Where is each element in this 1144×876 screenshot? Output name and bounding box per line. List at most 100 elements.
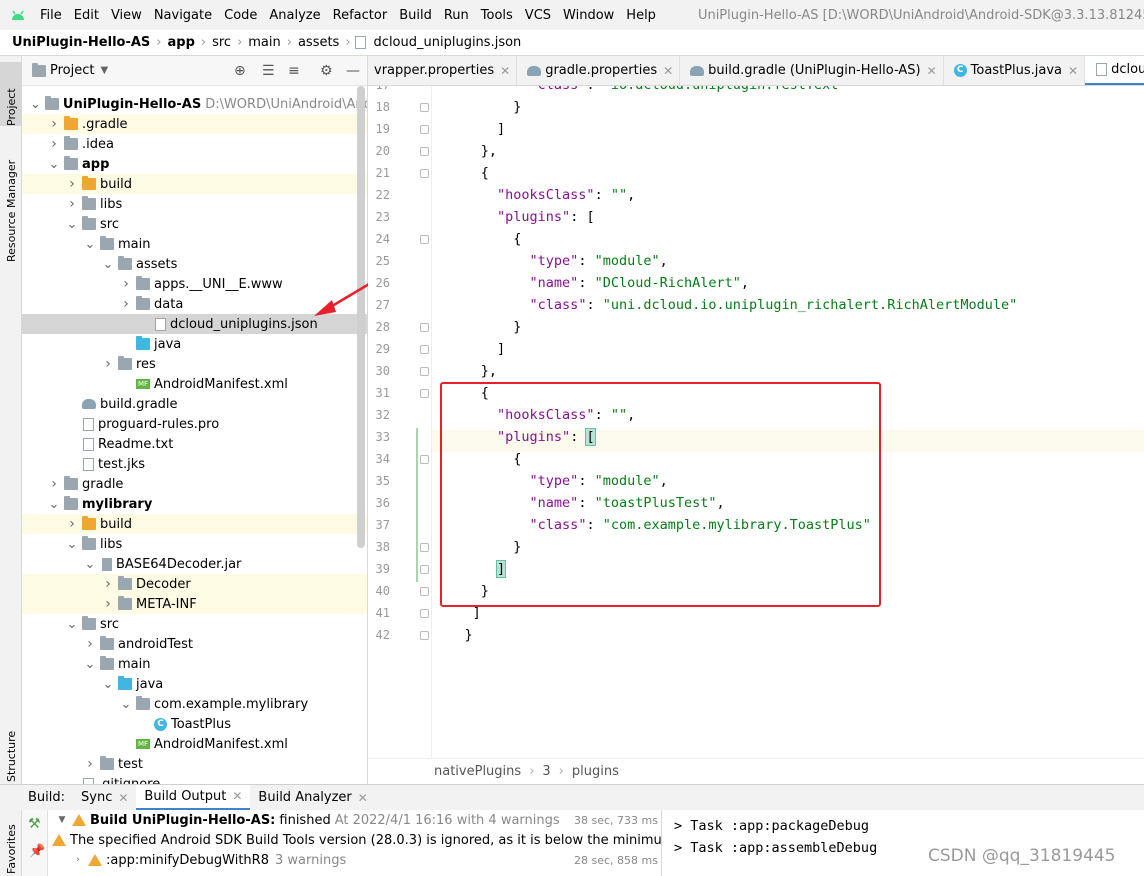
- close-icon[interactable]: ✕: [1068, 64, 1078, 78]
- menu-tools[interactable]: Tools: [475, 8, 519, 23]
- gear-icon[interactable]: ⚙: [320, 63, 333, 79]
- tree-item[interactable]: › res: [22, 354, 367, 374]
- chevron-down-icon[interactable]: ⌄: [84, 237, 96, 252]
- build-warning-row[interactable]: The specified Android SDK Build Tools ve…: [48, 830, 661, 850]
- hammer-icon[interactable]: ⚒: [28, 816, 41, 832]
- fold-marker-icon[interactable]: [420, 345, 429, 354]
- tab-gradle-properties[interactable]: gradle.properties ✕: [517, 56, 681, 85]
- tree-item[interactable]: › gradle: [22, 474, 367, 494]
- tab-build-analyzer[interactable]: Build Analyzer ✕: [250, 785, 375, 811]
- tree-item[interactable]: › Decoder: [22, 574, 367, 594]
- tree-item[interactable]: › META-INF: [22, 594, 367, 614]
- menu-navigate[interactable]: Navigate: [148, 8, 218, 23]
- close-icon[interactable]: ✕: [927, 64, 937, 78]
- editor-crumb-nativeplugins[interactable]: nativePlugins: [434, 764, 521, 779]
- tree-item[interactable]: Readme.txt: [22, 434, 367, 454]
- chevron-right-icon[interactable]: ›: [48, 116, 60, 132]
- chevron-down-icon[interactable]: ⌄: [102, 677, 114, 692]
- menu-analyze[interactable]: Analyze: [263, 8, 326, 23]
- chevron-right-icon[interactable]: ›: [48, 136, 60, 152]
- menu-window[interactable]: Window: [557, 8, 620, 23]
- expand-all-icon[interactable]: ☰: [262, 63, 275, 79]
- breadcrumb-file[interactable]: dcloud_uniplugins.json: [370, 35, 526, 50]
- chevron-down-icon[interactable]: ⌄: [48, 497, 60, 512]
- tree-item[interactable]: ⌄ java: [22, 674, 367, 694]
- locate-icon[interactable]: ⊕: [234, 63, 246, 79]
- fold-marker-icon[interactable]: [420, 323, 429, 332]
- close-icon[interactable]: ✕: [500, 64, 510, 78]
- fold-marker-icon[interactable]: [420, 455, 429, 464]
- fold-marker-icon[interactable]: [420, 389, 429, 398]
- tree-item[interactable]: build.gradle: [22, 394, 367, 414]
- chevron-right-icon[interactable]: ›: [48, 476, 60, 492]
- chevron-right-icon[interactable]: ›: [84, 636, 96, 652]
- menu-run[interactable]: Run: [438, 8, 475, 23]
- breadcrumb-main[interactable]: main: [244, 35, 284, 50]
- tab-wrapper-properties[interactable]: vrapper.properties ✕: [368, 56, 518, 85]
- chevron-right-icon[interactable]: ›: [120, 276, 132, 292]
- tree-item[interactable]: ⌄ com.example.mylibrary: [22, 694, 367, 714]
- fold-marker-icon[interactable]: [420, 367, 429, 376]
- code-editor[interactable]: 17 18 19 20 21 22 23 24 25 26 27 28 29 30 31 32 33 34 35 36…: [368, 86, 1144, 758]
- build-summary-row[interactable]: ▼ Build UniPlugin-Hello-AS: finished At …: [48, 810, 661, 830]
- menu-code[interactable]: Code: [218, 8, 263, 23]
- chevron-right-icon[interactable]: ›: [120, 296, 132, 312]
- menu-vcs[interactable]: VCS: [519, 8, 557, 23]
- chevron-down-icon[interactable]: ▼: [100, 65, 108, 76]
- tree-item[interactable]: ⌄ app: [22, 154, 367, 174]
- chevron-down-icon[interactable]: ⌄: [66, 217, 78, 232]
- fold-marker-icon[interactable]: [420, 543, 429, 552]
- tree-item[interactable]: › libs: [22, 194, 367, 214]
- tree-item[interactable]: MF AndroidManifest.xml: [22, 374, 367, 394]
- build-task-row[interactable]: › :app:minifyDebugWithR8 3 warnings 28 s…: [48, 850, 661, 870]
- chevron-down-icon[interactable]: ⌄: [30, 97, 41, 112]
- close-icon[interactable]: ✕: [232, 789, 242, 803]
- chevron-down-icon[interactable]: ⌄: [120, 697, 132, 712]
- chevron-down-icon[interactable]: ⌄: [84, 557, 96, 572]
- chevron-right-icon[interactable]: ›: [66, 196, 78, 212]
- editor-crumb-plugins[interactable]: plugins: [572, 764, 619, 779]
- tree-item[interactable]: › .idea: [22, 134, 367, 154]
- chevron-down-icon[interactable]: ⌄: [84, 657, 96, 672]
- pin-icon[interactable]: 📌: [29, 844, 45, 859]
- close-icon[interactable]: ✕: [118, 791, 128, 805]
- fold-marker-icon[interactable]: [420, 169, 429, 178]
- tree-item[interactable]: ⌄ BASE64Decoder.jar: [22, 554, 367, 574]
- editor-crumb-index[interactable]: 3: [542, 764, 550, 779]
- collapse-all-icon[interactable]: ≡: [288, 63, 300, 79]
- chevron-right-icon[interactable]: ›: [72, 854, 84, 866]
- chevron-down-icon[interactable]: ⌄: [66, 537, 78, 552]
- tree-item[interactable]: java: [22, 334, 367, 354]
- tree-item[interactable]: › .gradle: [22, 114, 367, 134]
- tree-item[interactable]: › test: [22, 754, 367, 774]
- fold-marker-icon[interactable]: [420, 235, 429, 244]
- chevron-down-icon[interactable]: ⌄: [48, 157, 60, 172]
- menu-help[interactable]: Help: [620, 8, 662, 23]
- chevron-right-icon[interactable]: ›: [66, 176, 78, 192]
- tree-item[interactable]: ⌄ main: [22, 234, 367, 254]
- tree-item[interactable]: › build: [22, 514, 367, 534]
- breadcrumb-src[interactable]: src: [208, 35, 235, 50]
- tree-item[interactable]: › androidTest: [22, 634, 367, 654]
- fold-marker-icon[interactable]: [420, 103, 429, 112]
- build-console[interactable]: > Task :app:packageDebug > Task :app:ass…: [662, 810, 1144, 876]
- tab-sync[interactable]: Sync ✕: [73, 785, 136, 811]
- fold-marker-icon[interactable]: [420, 587, 429, 596]
- breadcrumb-project[interactable]: UniPlugin-Hello-AS: [0, 35, 154, 50]
- close-icon[interactable]: ✕: [663, 64, 673, 78]
- tree-item[interactable]: ⌄ main: [22, 654, 367, 674]
- tree-item[interactable]: ⌄ src: [22, 214, 367, 234]
- tree-item[interactable]: .gitignore: [22, 774, 367, 784]
- tree-item[interactable]: MF AndroidManifest.xml: [22, 734, 367, 754]
- chevron-right-icon[interactable]: ›: [84, 756, 96, 772]
- menu-view[interactable]: View: [105, 8, 148, 23]
- close-icon[interactable]: ✕: [358, 791, 368, 805]
- tree-item[interactable]: ⌄ libs: [22, 534, 367, 554]
- tree-item[interactable]: test.jks: [22, 454, 367, 474]
- fold-marker-icon[interactable]: [420, 147, 429, 156]
- tab-build-output[interactable]: Build Output ✕: [136, 784, 251, 811]
- fold-marker-icon[interactable]: [420, 631, 429, 640]
- chevron-right-icon[interactable]: ›: [102, 356, 114, 372]
- project-panel-title[interactable]: Project: [50, 63, 94, 78]
- menu-file[interactable]: File: [34, 8, 68, 23]
